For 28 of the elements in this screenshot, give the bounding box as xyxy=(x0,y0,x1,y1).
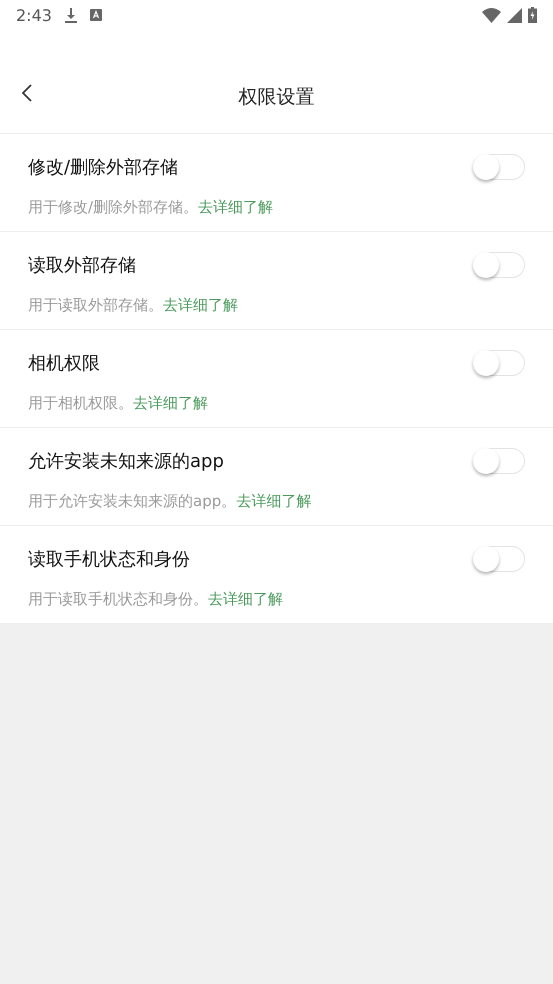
permission-description: 用于相机权限。去详细了解 xyxy=(28,394,208,413)
permission-toggle[interactable] xyxy=(473,546,525,572)
permission-title: 读取手机状态和身份 xyxy=(28,548,190,571)
learn-more-link[interactable]: 去详细了解 xyxy=(163,296,238,314)
permission-description: 用于读取手机状态和身份。去详细了解 xyxy=(28,590,283,609)
permission-toggle[interactable] xyxy=(473,252,525,278)
battery-icon xyxy=(528,7,537,23)
learn-more-link[interactable]: 去详细了解 xyxy=(208,590,283,608)
permission-description: 用于读取外部存储。去详细了解 xyxy=(28,296,238,315)
permission-toggle[interactable] xyxy=(473,448,525,474)
keyboard-icon xyxy=(90,9,102,21)
page-title: 权限设置 xyxy=(238,84,314,110)
permission-description: 用于修改/删除外部存储。去详细了解 xyxy=(28,198,274,217)
learn-more-link[interactable]: 去详细了解 xyxy=(236,492,312,510)
learn-more-link[interactable]: 去详细了解 xyxy=(133,394,208,412)
wifi-icon xyxy=(482,8,501,22)
permission-description: 用于允许安装未知来源的app。去详细了解 xyxy=(28,492,312,511)
signal-icon xyxy=(507,8,522,22)
download-icon xyxy=(64,7,78,23)
permission-toggle[interactable] xyxy=(473,350,525,376)
permission-title: 修改/删除外部存储 xyxy=(28,156,178,179)
learn-more-link[interactable]: 去详细了解 xyxy=(198,198,274,216)
permission-toggle[interactable] xyxy=(473,154,525,180)
permission-title: 允许安装未知来源的app xyxy=(28,450,224,473)
status-time: 2:43 xyxy=(16,6,52,24)
permission-title: 读取外部存储 xyxy=(28,254,136,277)
permission-title: 相机权限 xyxy=(28,352,100,375)
back-icon xyxy=(22,84,32,102)
